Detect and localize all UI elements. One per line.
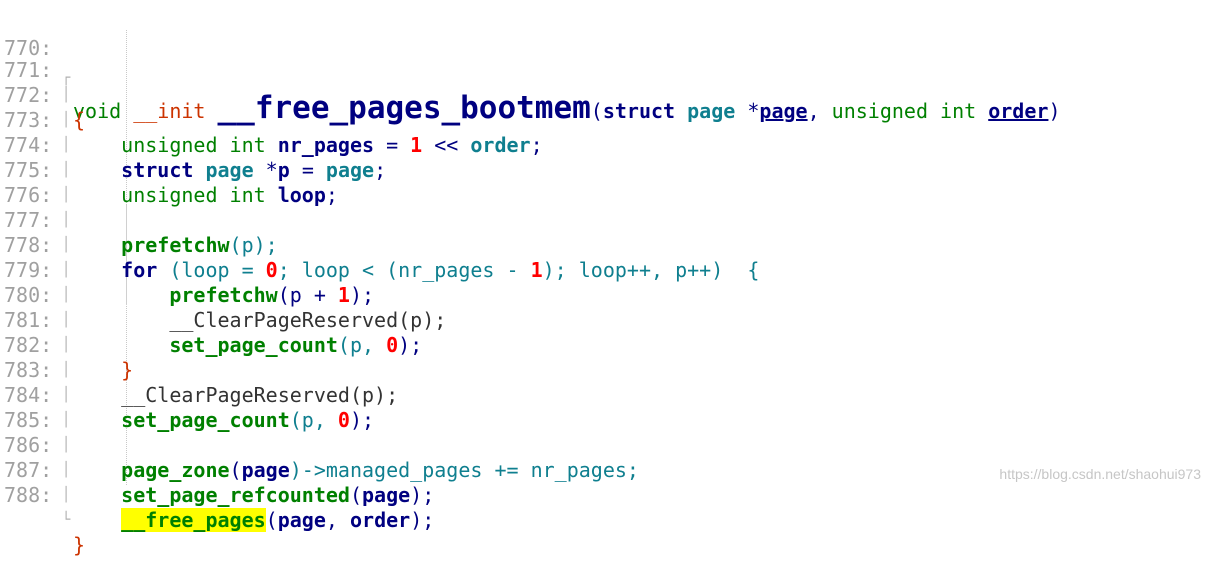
code-text: __free_pages(page, order); [73,508,434,533]
token-function-call: set_page_refcounted [121,483,350,507]
code-line-781: 781: │ } [0,283,1211,382]
code-line-771: 771: │ { [0,33,1211,132]
token-arg: order [349,508,411,532]
code-line-770: 770: ┌ void __init __free_pages_bootmem(… [0,3,1211,124]
token-part: ( [349,483,362,507]
code-line-782: 782: │ __ClearPageReserved(p); [0,308,1211,407]
code-line-776: 776: │ prefetchw(p); [0,158,1211,257]
code-line-777: 777: │ for (loop = 0; loop < (nr_pages -… [0,183,1211,282]
code-line-787: 787: │ __free_pages(page, order); [0,433,1211,532]
token-arg: page [362,483,411,507]
code-line-772: 772: │ unsigned int nr_pages = 1 << orde… [0,58,1211,157]
code-text: set_page_refcounted(page); [73,483,434,508]
code-line-774: 774: │ unsigned int loop; [0,108,1211,207]
code-line-779: 779: │ __ClearPageReserved(p); [0,233,1211,332]
code-line-783: 783: │ set_page_count(p, 0); [0,333,1211,432]
token-arg: page [277,508,326,532]
token-function-call-highlighted[interactable]: __free_pages [121,508,266,532]
code-line-773: 773: │ struct page *p = page; [0,83,1211,182]
token-part: ); [410,483,435,507]
code-text: } [73,533,85,558]
token-part: ( [265,508,278,532]
code-line-785: 785: │ page_zone(page)->managed_pages +=… [0,383,1211,482]
code-viewer: 770: ┌ void __init __free_pages_bootmem(… [0,0,1211,557]
watermark: https://blog.csdn.net/shaohui973 [999,466,1201,482]
code-line-784: 784: │ [0,358,1211,428]
token-brace: } [73,533,86,557]
token-part: ); [410,508,435,532]
fold-marker: │ [62,487,71,503]
code-line-778: 778: │ prefetchw(p + 1); [0,208,1211,307]
token-comma: , [325,508,350,532]
fold-marker: └ [62,512,71,528]
line-number: 788: [4,483,53,507]
code-line-786: 786: │ set_page_refcounted(page); [0,408,1211,507]
code-line-775: 775: │ [0,133,1211,203]
code-line-780: 780: │ set_page_count(p, 0); [0,258,1211,357]
